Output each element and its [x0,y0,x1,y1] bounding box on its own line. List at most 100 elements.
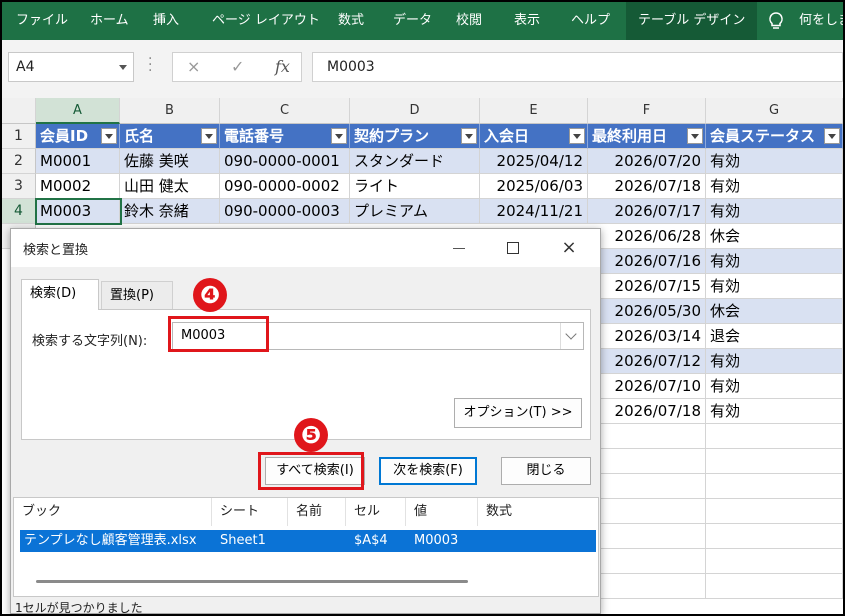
table-cell[interactable]: 休会 [706,299,843,324]
tell-me-search[interactable]: 何をしま [799,2,843,40]
row-header-2[interactable]: 2 [2,149,36,174]
tab-data[interactable]: データ [393,2,432,40]
table-cell[interactable] [706,549,843,574]
chevron-down-icon[interactable] [119,65,127,70]
table-cell[interactable] [601,424,706,449]
table-cell[interactable]: 090-0000-0001 [220,149,350,174]
row-header-3[interactable]: 3 [2,174,36,199]
table-cell[interactable]: 2026/07/16 [601,249,706,274]
find-next-button[interactable]: 次を検索(F) [379,457,477,485]
col-header-f[interactable]: F [588,98,706,124]
tab-home[interactable]: ホーム [90,2,129,40]
table-cell[interactable] [706,499,843,524]
results-header-book[interactable]: ブック [14,498,212,526]
formula-input[interactable]: M0003 [312,52,843,82]
results-header-value[interactable]: 値 [406,498,478,526]
table-cell[interactable]: 2026/07/18 [588,174,706,199]
table-header-cell[interactable]: 会員ID [36,124,120,149]
table-cell[interactable]: M0003 [36,199,120,224]
chevron-down-icon[interactable] [560,323,583,349]
table-cell[interactable]: スタンダード [350,149,480,174]
table-cell[interactable]: 2024/11/21 [480,199,588,224]
find-what-input[interactable]: M0003 [172,322,584,350]
table-cell[interactable]: 2025/04/12 [480,149,588,174]
table-cell[interactable]: ライト [350,174,480,199]
tab-replace[interactable]: 置換(P) [101,281,173,309]
close-button[interactable]: 閉じる [501,457,591,485]
table-cell[interactable] [706,449,843,474]
minimize-icon[interactable] [447,237,471,259]
options-button[interactable]: オプション(T) >> [454,398,582,428]
filter-dropdown-icon[interactable] [569,128,585,144]
table-cell[interactable]: 有効 [706,199,843,224]
row-header-4[interactable]: 4 [2,199,36,224]
table-cell[interactable]: 2025/06/03 [480,174,588,199]
table-cell[interactable]: 有効 [706,349,843,374]
tab-insert[interactable]: 挿入 [153,2,179,40]
table-cell[interactable] [601,449,706,474]
table-cell[interactable] [706,424,843,449]
table-cell[interactable] [601,499,706,524]
check-icon[interactable]: ✓ [231,57,244,76]
table-header-cell[interactable]: 最終利用日 [588,124,706,149]
horizontal-scrollbar[interactable] [36,580,468,583]
table-cell[interactable]: M0002 [36,174,120,199]
table-cell[interactable] [601,574,706,599]
table-cell[interactable]: 2026/07/20 [588,149,706,174]
col-header-e[interactable]: E [480,98,588,124]
tab-help[interactable]: ヘルプ [571,2,610,40]
col-header-g[interactable]: G [706,98,843,124]
close-icon[interactable]: × [557,237,581,259]
tab-page-layout[interactable]: ページ レイアウト [212,2,320,40]
table-cell[interactable]: 090-0000-0002 [220,174,350,199]
table-cell[interactable]: プレミアム [350,199,480,224]
function-icon[interactable]: fx [275,57,290,76]
table-cell[interactable] [706,524,843,549]
results-header-cell[interactable]: セル [346,498,406,526]
filter-dropdown-icon[interactable] [201,128,217,144]
table-cell[interactable]: 有効 [706,249,843,274]
table-cell[interactable]: 佐藤 美咲 [120,149,220,174]
results-header-formula[interactable]: 数式 [478,498,600,526]
find-all-button[interactable]: すべて検索(I) [265,457,365,485]
tab-find[interactable]: 検索(D) [21,279,99,310]
maximize-icon[interactable] [501,237,525,259]
table-cell[interactable]: 2026/07/18 [601,399,706,424]
col-header-a[interactable]: A [36,98,120,124]
table-cell[interactable]: 090-0000-0003 [220,199,350,224]
table-cell[interactable]: 山田 健太 [120,174,220,199]
tab-table-design[interactable]: テーブル デザイン [626,2,758,40]
filter-dropdown-icon[interactable] [824,128,840,144]
table-header-cell[interactable]: 電話番号 [220,124,350,149]
results-header-sheet[interactable]: シート [212,498,288,526]
table-cell[interactable]: 有効 [706,149,843,174]
select-all-corner[interactable] [2,98,36,124]
lightbulb-icon[interactable] [767,11,785,31]
row-header-1[interactable]: 1 [2,124,36,149]
table-header-cell[interactable]: 氏名 [120,124,220,149]
table-cell[interactable]: 退会 [706,324,843,349]
table-header-cell[interactable]: 契約プラン [350,124,480,149]
filter-dropdown-icon[interactable] [687,128,703,144]
table-cell[interactable]: 鈴木 奈緒 [120,199,220,224]
tab-review[interactable]: 校閲 [456,2,482,40]
table-cell[interactable]: 2026/07/17 [588,199,706,224]
table-cell[interactable]: 2026/07/15 [601,274,706,299]
table-cell[interactable]: 2026/07/10 [601,374,706,399]
table-header-cell[interactable]: 入会日 [480,124,588,149]
table-cell[interactable]: 2026/06/28 [601,224,706,249]
tab-file[interactable]: ファイル [16,2,68,40]
table-cell[interactable]: 2026/05/30 [601,299,706,324]
cancel-icon[interactable]: × [187,57,200,76]
table-cell[interactable]: 2026/07/12 [601,349,706,374]
filter-dropdown-icon[interactable] [101,128,117,144]
name-box[interactable]: A4 [8,52,134,82]
col-header-d[interactable]: D [350,98,480,124]
table-cell[interactable] [601,474,706,499]
table-cell[interactable] [601,549,706,574]
tab-view[interactable]: 表示 [514,2,540,40]
table-cell[interactable] [706,574,843,599]
results-header-name[interactable]: 名前 [288,498,346,526]
table-cell[interactable]: 有効 [706,274,843,299]
table-cell[interactable]: 2026/03/14 [601,324,706,349]
